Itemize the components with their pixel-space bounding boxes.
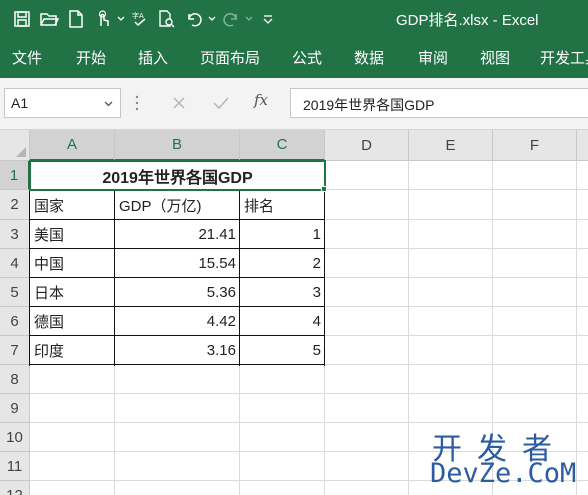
cell-b4[interactable]: 15.54 xyxy=(115,249,240,278)
column-header-a[interactable]: A xyxy=(30,130,115,161)
cell-a4[interactable]: 中国 xyxy=(30,249,115,278)
table-border xyxy=(29,306,325,307)
row-header-11[interactable]: 11 xyxy=(0,452,30,481)
spell-check-icon[interactable]: 字A xyxy=(126,4,153,34)
cell-a6[interactable]: 德国 xyxy=(30,307,115,336)
table-border xyxy=(29,248,325,249)
active-cell-selection xyxy=(29,160,326,191)
name-box[interactable]: A1 xyxy=(4,88,121,118)
svg-text:字A: 字A xyxy=(132,11,144,20)
table-border xyxy=(29,364,325,365)
chevron-down-icon[interactable] xyxy=(116,4,126,34)
title-bar: 字A GDP排名.xlsx - Excel xyxy=(0,0,588,38)
row-header-3[interactable]: 3 xyxy=(0,220,30,249)
row-header-1[interactable]: 1 xyxy=(0,161,30,190)
cancel-icon[interactable] xyxy=(166,92,192,114)
tab-home[interactable]: 开始 xyxy=(76,47,106,68)
formula-bar: A1 fx 2019年世界各国GDP xyxy=(0,78,588,130)
chevron-down-icon[interactable] xyxy=(104,101,113,107)
ribbon-tabs: 文件 开始 插入 页面布局 公式 数据 审阅 视图 开发工具 xyxy=(0,38,588,78)
cell-b5[interactable]: 5.36 xyxy=(115,278,240,307)
undo-icon[interactable] xyxy=(180,4,207,34)
cell-c6[interactable]: 4 xyxy=(240,307,325,336)
table-border xyxy=(29,335,325,336)
cell-b3[interactable]: 21.41 xyxy=(115,220,240,249)
cell-b7[interactable]: 3.16 xyxy=(115,336,240,365)
select-all-corner[interactable] xyxy=(0,130,30,161)
gridline xyxy=(30,422,588,423)
redo-icon[interactable] xyxy=(217,4,244,34)
column-header-e[interactable]: E xyxy=(409,130,493,161)
row-header-4[interactable]: 4 xyxy=(0,249,30,278)
row-header-9[interactable]: 9 xyxy=(0,394,30,423)
column-header-c[interactable]: C xyxy=(240,130,325,161)
watermark-logo: 开发者 DevZe.CoM xyxy=(418,424,588,495)
enter-check-icon[interactable] xyxy=(208,92,234,114)
undo-dropdown-icon[interactable] xyxy=(207,4,217,34)
name-box-value: A1 xyxy=(11,95,29,111)
more-icon xyxy=(135,95,139,111)
cell-b2[interactable]: GDP（万亿) xyxy=(115,190,240,220)
cell-c2[interactable]: 排名 xyxy=(240,190,325,220)
cell-a2[interactable]: 国家 xyxy=(30,190,115,220)
insert-function-icon[interactable]: fx xyxy=(254,91,268,109)
customize-icon[interactable] xyxy=(254,4,281,34)
row-header-12[interactable]: 12 xyxy=(0,481,30,495)
row-header-7[interactable]: 7 xyxy=(0,336,30,365)
tab-data[interactable]: 数据 xyxy=(354,47,384,68)
print-preview-icon[interactable] xyxy=(153,4,180,34)
table-border xyxy=(29,219,325,220)
row-header-2[interactable]: 2 xyxy=(0,190,30,220)
cell-c4[interactable]: 2 xyxy=(240,249,325,278)
column-header-f[interactable]: F xyxy=(493,130,577,161)
tab-formulas[interactable]: 公式 xyxy=(292,47,322,68)
tab-file[interactable]: 文件 xyxy=(12,47,42,68)
formula-content: 2019年世界各国GDP xyxy=(303,97,435,113)
row-header-5[interactable]: 5 xyxy=(0,278,30,307)
tab-developer[interactable]: 开发工具 xyxy=(540,47,588,68)
gridline xyxy=(408,161,409,495)
window-title: GDP排名.xlsx - Excel xyxy=(396,12,539,29)
new-file-icon[interactable] xyxy=(62,4,89,34)
tab-view[interactable]: 视图 xyxy=(480,47,510,68)
column-header-g[interactable] xyxy=(577,130,588,161)
cell-a5[interactable]: 日本 xyxy=(30,278,115,307)
quick-access-toolbar: 字A xyxy=(8,0,281,38)
cell-c7[interactable]: 5 xyxy=(240,336,325,365)
cell-b6[interactable]: 4.42 xyxy=(115,307,240,336)
open-folder-icon[interactable] xyxy=(35,4,62,34)
cell-c5[interactable]: 3 xyxy=(240,278,325,307)
watermark-line2: DevZe.CoM xyxy=(430,458,577,489)
cell-a7[interactable]: 印度 xyxy=(30,336,115,365)
formula-input[interactable]: 2019年世界各国GDP xyxy=(290,88,588,118)
tab-review[interactable]: 审阅 xyxy=(418,47,448,68)
cell-c3[interactable]: 1 xyxy=(240,220,325,249)
row-header-6[interactable]: 6 xyxy=(0,307,30,336)
touch-mode-icon[interactable] xyxy=(89,4,116,34)
column-header-d[interactable]: D xyxy=(325,130,409,161)
cell-a3[interactable]: 美国 xyxy=(30,220,115,249)
row-header-10[interactable]: 10 xyxy=(0,423,30,452)
tab-page-layout[interactable]: 页面布局 xyxy=(200,47,260,68)
gridline xyxy=(30,393,588,394)
row-header-8[interactable]: 8 xyxy=(0,365,30,394)
column-header-b[interactable]: B xyxy=(115,130,240,161)
save-icon[interactable] xyxy=(8,4,35,34)
fill-handle[interactable] xyxy=(321,186,327,192)
table-border xyxy=(29,277,325,278)
tab-insert[interactable]: 插入 xyxy=(138,47,168,68)
redo-dropdown-icon[interactable] xyxy=(244,4,254,34)
